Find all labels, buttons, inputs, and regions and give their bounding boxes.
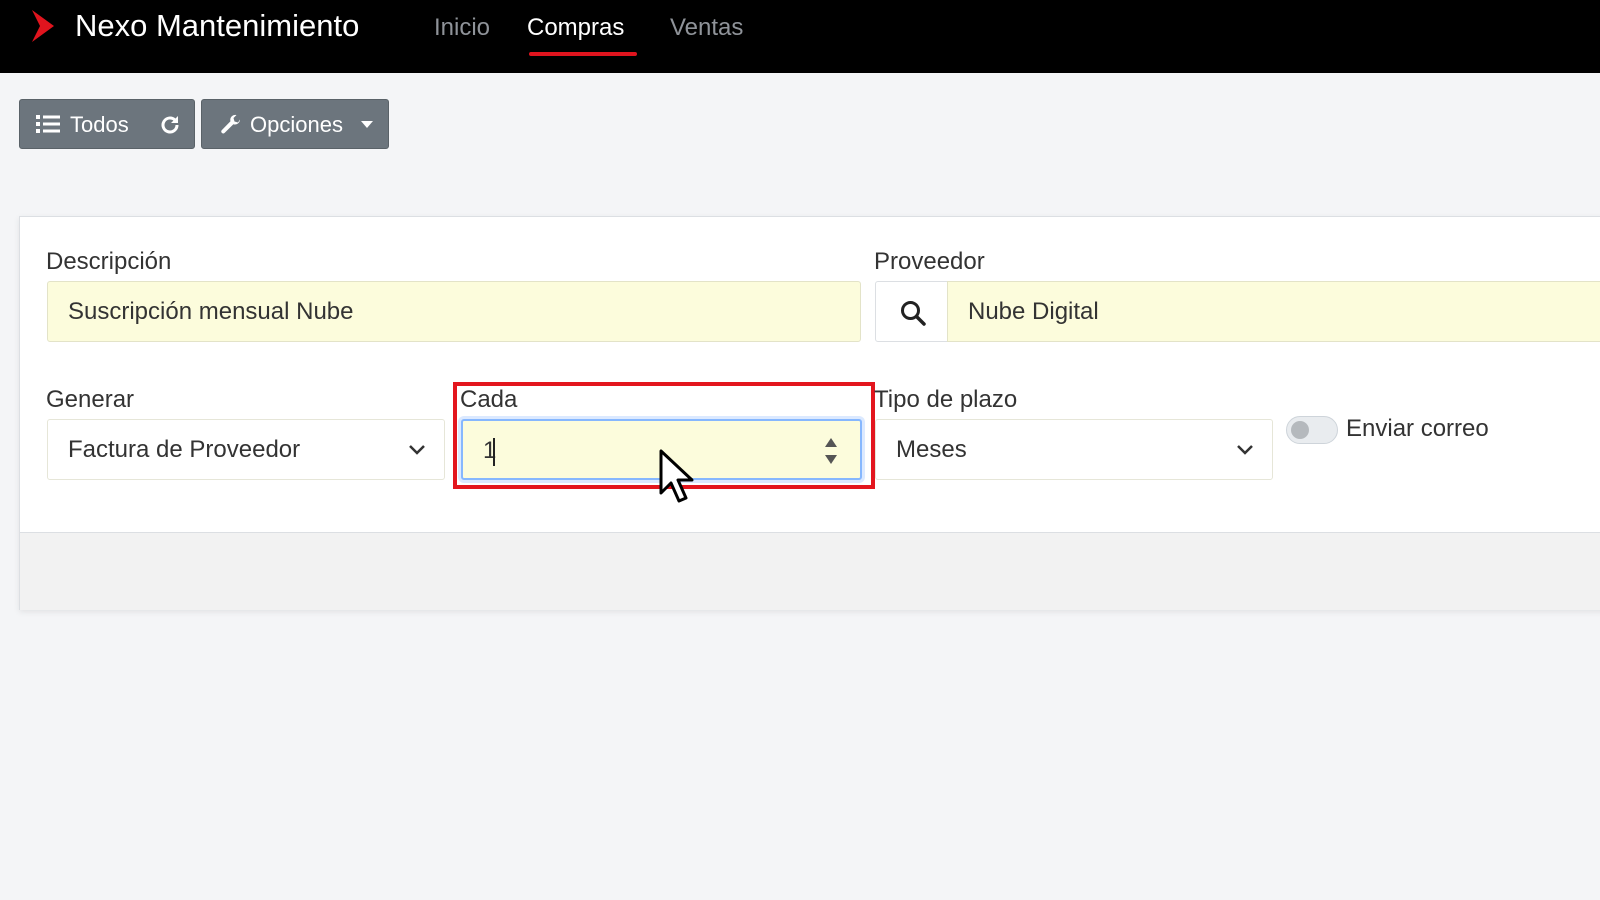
tipo-plazo-value: Meses bbox=[896, 436, 967, 463]
caret-down-icon bbox=[361, 121, 373, 128]
proveedor-label: Proveedor bbox=[874, 248, 985, 275]
brand-logo-icon bbox=[32, 10, 54, 42]
tipo-plazo-select[interactable]: Meses bbox=[875, 419, 1273, 480]
refresh-icon[interactable] bbox=[158, 113, 182, 137]
chevron-down-icon bbox=[409, 445, 425, 455]
generar-label: Generar bbox=[46, 386, 135, 413]
top-navbar: Nexo Mantenimiento Inicio Compras Ventas bbox=[0, 0, 1600, 73]
text-caret bbox=[493, 438, 495, 466]
active-nav-indicator bbox=[529, 52, 637, 56]
form-card: Descripción Suscripción mensual Nube Pro… bbox=[19, 216, 1600, 610]
enviar-correo-label[interactable]: Enviar correo bbox=[1346, 414, 1489, 444]
todos-button[interactable]: Todos bbox=[19, 99, 195, 149]
tipo-plazo-label: Tipo de plazo bbox=[874, 386, 1018, 413]
proveedor-search-button[interactable] bbox=[875, 281, 948, 342]
card-footer bbox=[20, 532, 1600, 610]
search-icon bbox=[901, 301, 926, 326]
opciones-dropdown-button[interactable]: Opciones bbox=[201, 99, 389, 149]
enviar-correo-toggle[interactable] bbox=[1286, 416, 1338, 444]
nav-ventas[interactable]: Ventas bbox=[670, 10, 743, 46]
proveedor-value: Nube Digital bbox=[968, 298, 1099, 325]
generar-select[interactable]: Factura de Proveedor bbox=[47, 419, 445, 480]
cada-number-input[interactable]: 1 bbox=[461, 419, 862, 480]
cada-label: Cada bbox=[460, 386, 518, 413]
descripcion-input[interactable]: Suscripción mensual Nube bbox=[47, 281, 861, 342]
number-spinner-icon[interactable] bbox=[823, 435, 839, 467]
descripcion-value: Suscripción mensual Nube bbox=[68, 298, 354, 325]
todos-label: Todos bbox=[70, 112, 129, 137]
opciones-label: Opciones bbox=[250, 112, 343, 137]
brand-name[interactable]: Nexo Mantenimiento bbox=[75, 5, 359, 47]
nav-inicio[interactable]: Inicio bbox=[434, 10, 490, 46]
descripcion-label: Descripción bbox=[46, 248, 172, 275]
wrench-icon bbox=[221, 114, 240, 134]
toggle-knob bbox=[1291, 421, 1309, 439]
proveedor-input[interactable]: Nube Digital bbox=[947, 281, 1600, 342]
nav-compras[interactable]: Compras bbox=[527, 10, 624, 46]
list-icon bbox=[36, 115, 60, 133]
chevron-down-icon bbox=[1237, 445, 1253, 455]
generar-value: Factura de Proveedor bbox=[68, 436, 301, 463]
